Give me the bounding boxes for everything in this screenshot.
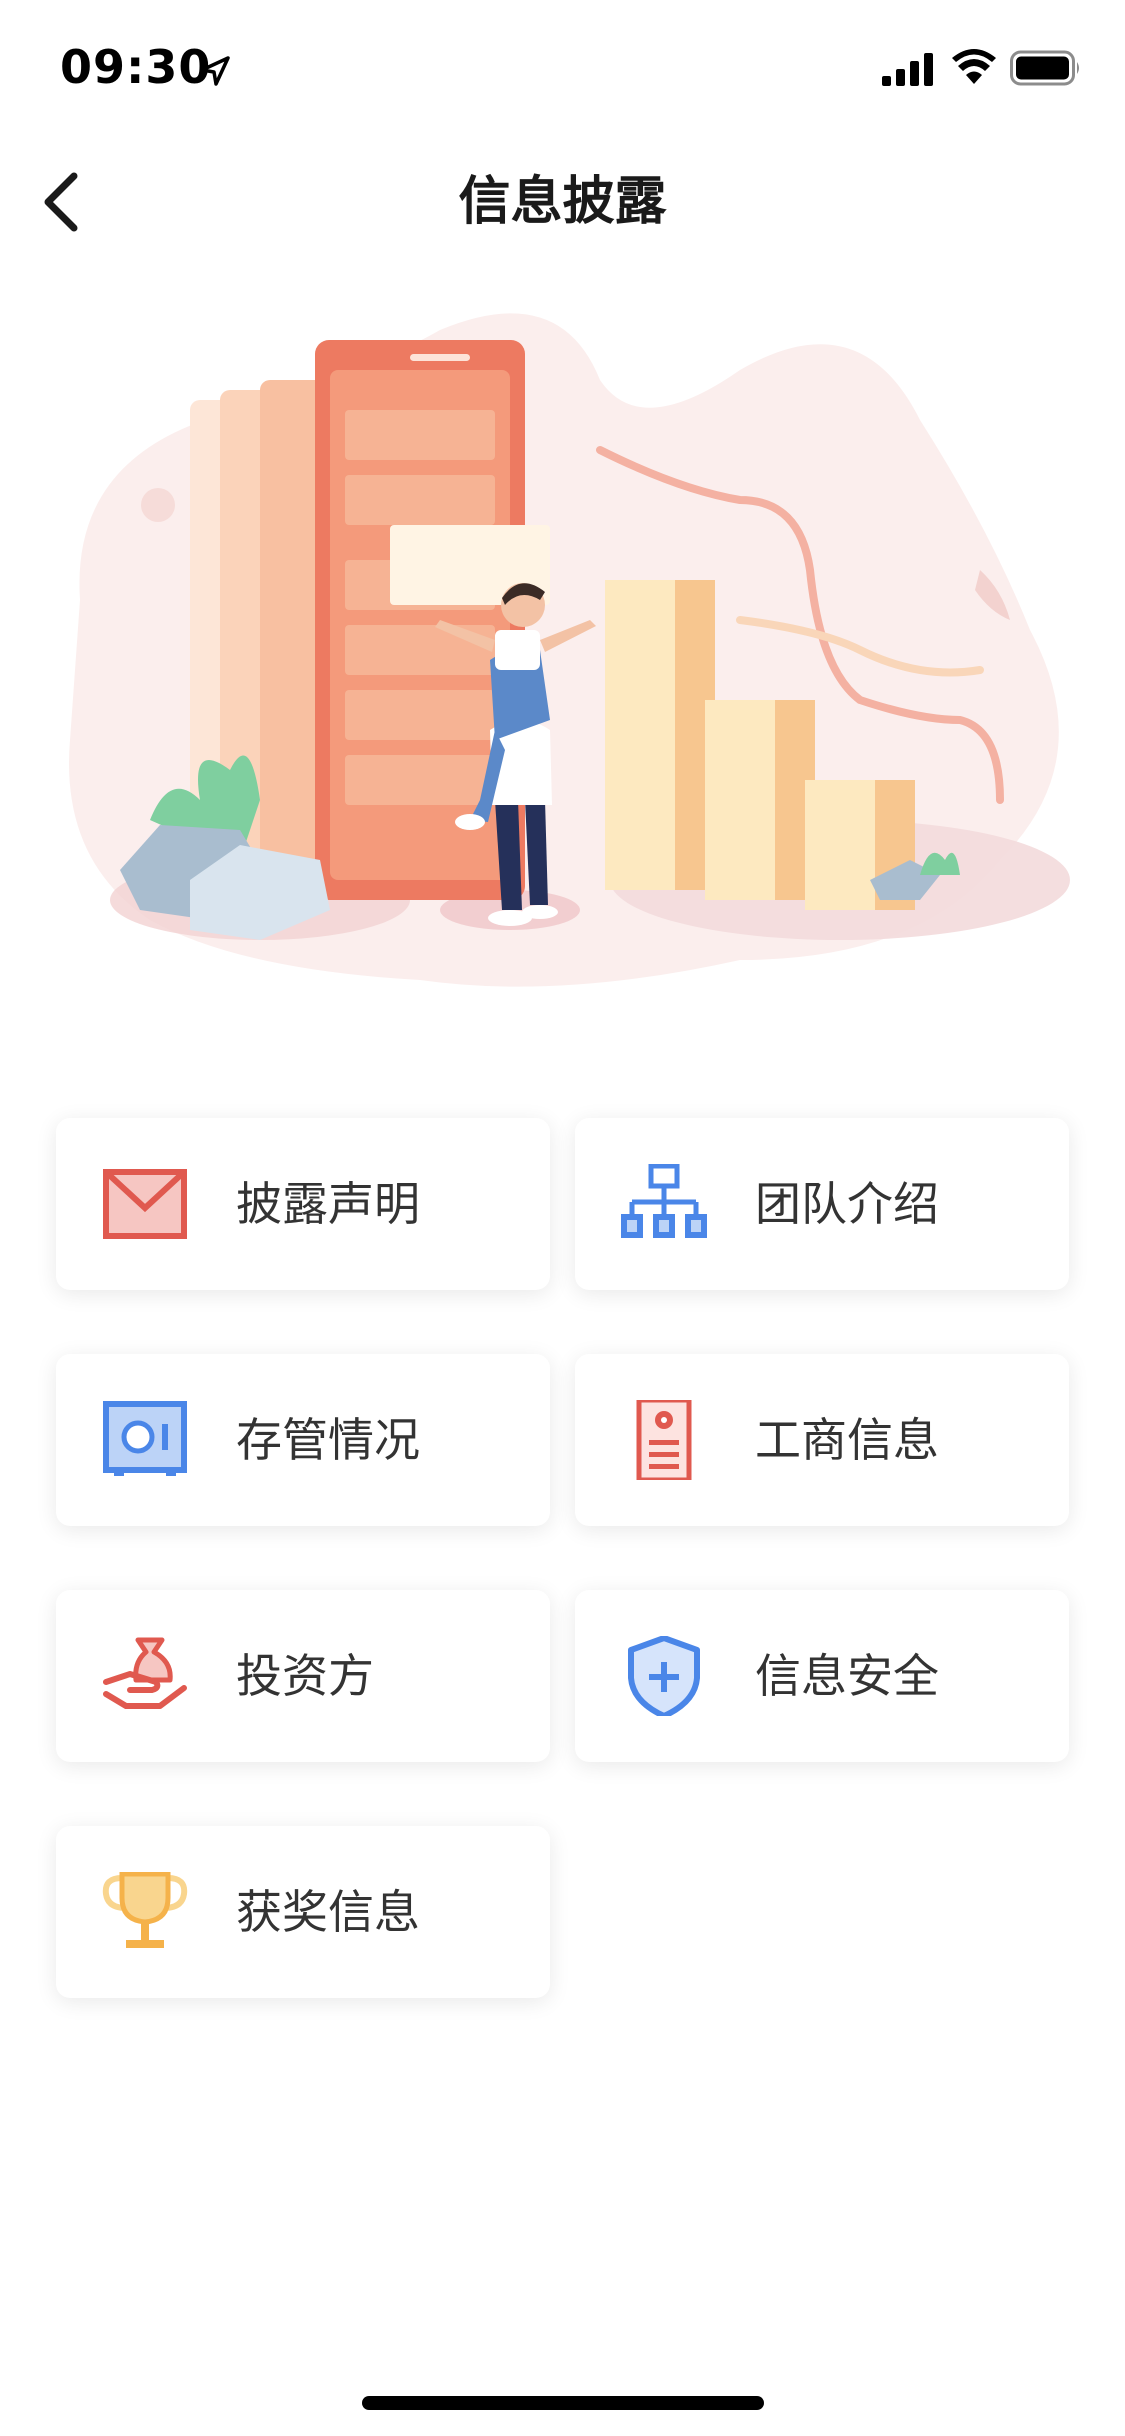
license-icon <box>636 1400 692 1480</box>
business-info-card[interactable]: 工商信息 <box>575 1354 1069 1526</box>
status-bar: 09:30 <box>0 0 1125 132</box>
status-time: 09:30 <box>60 40 212 94</box>
trophy-icon <box>102 1872 188 1948</box>
card-label: 工商信息 <box>755 1413 939 1467</box>
card-label: 信息安全 <box>755 1649 939 1703</box>
custody-status-card[interactable]: 存管情况 <box>56 1354 550 1526</box>
nav-bar: 信息披露 <box>0 132 1125 264</box>
card-label: 投资方 <box>236 1649 374 1703</box>
awards-info-card[interactable]: 获奖信息 <box>56 1826 550 1998</box>
card-label: 存管情况 <box>236 1413 420 1467</box>
page-title: 信息披露 <box>458 172 667 232</box>
disclosure-statement-card[interactable]: 披露声明 <box>56 1118 550 1290</box>
shield-icon <box>628 1636 700 1716</box>
card-label: 获奖信息 <box>236 1885 420 1939</box>
battery-icon <box>1010 50 1079 86</box>
team-intro-card[interactable]: 团队介绍 <box>575 1118 1069 1290</box>
money-bag-hand-icon <box>103 1637 187 1709</box>
info-security-card[interactable]: 信息安全 <box>575 1590 1069 1762</box>
home-indicator[interactable] <box>362 2396 764 2410</box>
safe-icon <box>103 1401 187 1476</box>
wifi-icon <box>952 49 996 84</box>
screen: 09:30 信息披露 披露声明 团队介绍 存管情况 工商信息 投资方 信息安全 … <box>0 0 1125 2436</box>
location-arrow-icon <box>200 56 230 86</box>
hero-illustration <box>69 313 1070 987</box>
card-label: 披露声明 <box>236 1177 420 1231</box>
investors-card[interactable]: 投资方 <box>56 1590 550 1762</box>
cellular-signal-icon <box>882 53 933 86</box>
card-label: 团队介绍 <box>755 1177 939 1231</box>
org-chart-icon <box>621 1164 707 1238</box>
envelope-icon <box>103 1169 187 1239</box>
